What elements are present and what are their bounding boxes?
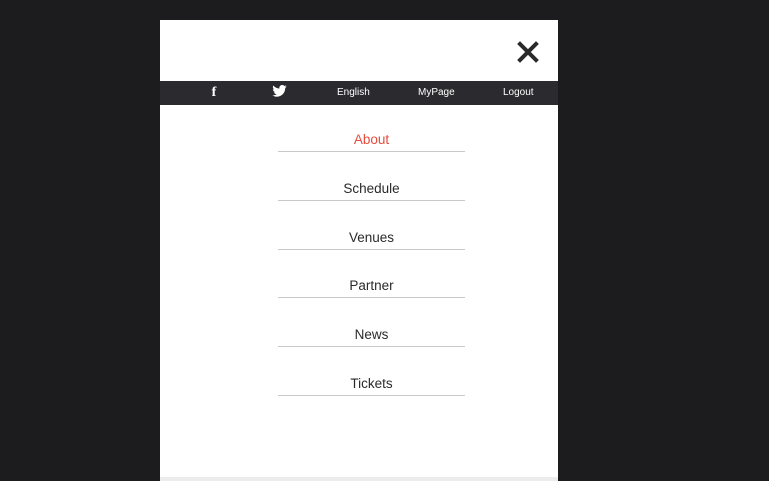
menu-item-label: Partner xyxy=(349,278,394,293)
facebook-icon: f xyxy=(211,85,217,100)
menu-item-label: Tickets xyxy=(350,376,393,391)
twitter-icon xyxy=(271,84,287,102)
menu-item-schedule[interactable]: Schedule xyxy=(278,154,465,201)
twitter-link[interactable] xyxy=(270,81,288,105)
menu-item-label: News xyxy=(354,327,389,342)
menu-item-label: Venues xyxy=(348,230,395,245)
menu-item-news[interactable]: News xyxy=(278,300,465,347)
close-icon xyxy=(516,40,540,64)
mypage-link[interactable]: MyPage xyxy=(418,81,455,105)
menu-item-about[interactable]: About xyxy=(278,105,465,152)
language-link[interactable]: English xyxy=(337,81,370,105)
menu-item-tickets[interactable]: Tickets xyxy=(278,349,465,396)
menu-item-label: Schedule xyxy=(343,181,400,196)
panel-footer-edge xyxy=(160,477,558,481)
top-bar: f English MyPage Logout xyxy=(160,81,558,105)
facebook-link[interactable]: f xyxy=(207,81,221,105)
logout-link[interactable]: Logout xyxy=(503,81,534,105)
menu-item-label: About xyxy=(353,132,390,147)
close-button[interactable] xyxy=(516,40,540,64)
menu-item-venues[interactable]: Venues xyxy=(278,203,465,250)
mobile-menu-panel: f English MyPage Logout About Schedule V… xyxy=(160,20,558,481)
menu-item-partner[interactable]: Partner xyxy=(278,251,465,298)
